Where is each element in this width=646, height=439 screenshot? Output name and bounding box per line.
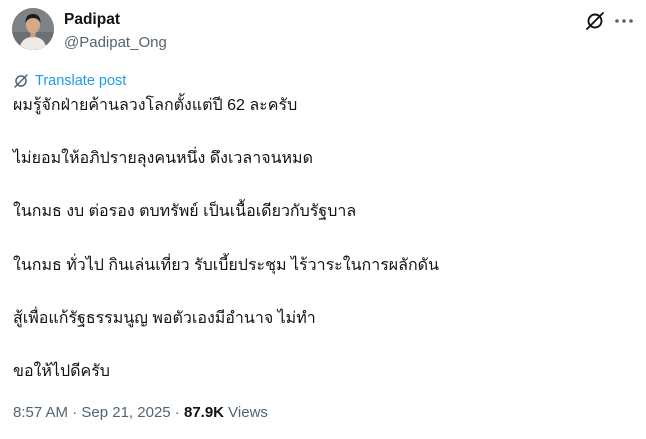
tweet-body: ผมรู้จักฝ่ายค้านลวงโลกตั้งแต่ปี 62 ละครั… [13,96,633,415]
translate-label: Translate post [35,73,127,89]
grok-button[interactable] [584,10,606,32]
tweet-line: ผมรู้จักฝ่ายค้านลวงโลกตั้งแต่ปี 62 ละครั… [13,97,298,114]
meta-separator: · [68,404,82,421]
tweet: Padipat @Padipat_Ong Translate post ผมรู… [0,0,646,439]
more-options-button[interactable] [612,10,636,32]
tweet-line: ในกมธ ทั่วไป กินเล่นเที่ยว รับเบี้ยประชุ… [13,256,439,274]
author-handle[interactable]: @Padipat_Ong [64,34,167,51]
tweet-time[interactable]: 8:57 AM [13,404,68,421]
tweet-date[interactable]: Sep 21, 2025 [81,404,170,421]
grok-icon [586,12,604,30]
avatar[interactable] [12,8,54,50]
translate-post-link[interactable]: Translate post [13,73,126,89]
avatar-photo [12,8,54,50]
views-label: Views [224,404,268,421]
tweet-line: ในกมธ งบ ต่อรอง ตบทรัพย์ เป็นเนื้อเดียวก… [13,203,357,221]
author-name[interactable]: Padipat [64,11,120,29]
translate-icon [14,74,28,88]
views-count[interactable]: 87.9K [184,404,224,421]
meta-separator: · [170,404,184,421]
tweet-meta: 8:57 AM · Sep 21, 2025 · 87.9K Views [13,404,268,421]
tweet-line: ขอให้ไปดีครับ [13,362,110,380]
tweet-line: ไม่ยอมให้อภิปรายลุงคนหนึ่ง ดึงเวลาจนหมด [13,150,313,168]
tweet-line: สู้เพื่อแก้รัฐธรรมนูญ พอตัวเองมีอำนาจ ไม… [13,309,316,327]
more-horizontal-icon [615,19,633,23]
